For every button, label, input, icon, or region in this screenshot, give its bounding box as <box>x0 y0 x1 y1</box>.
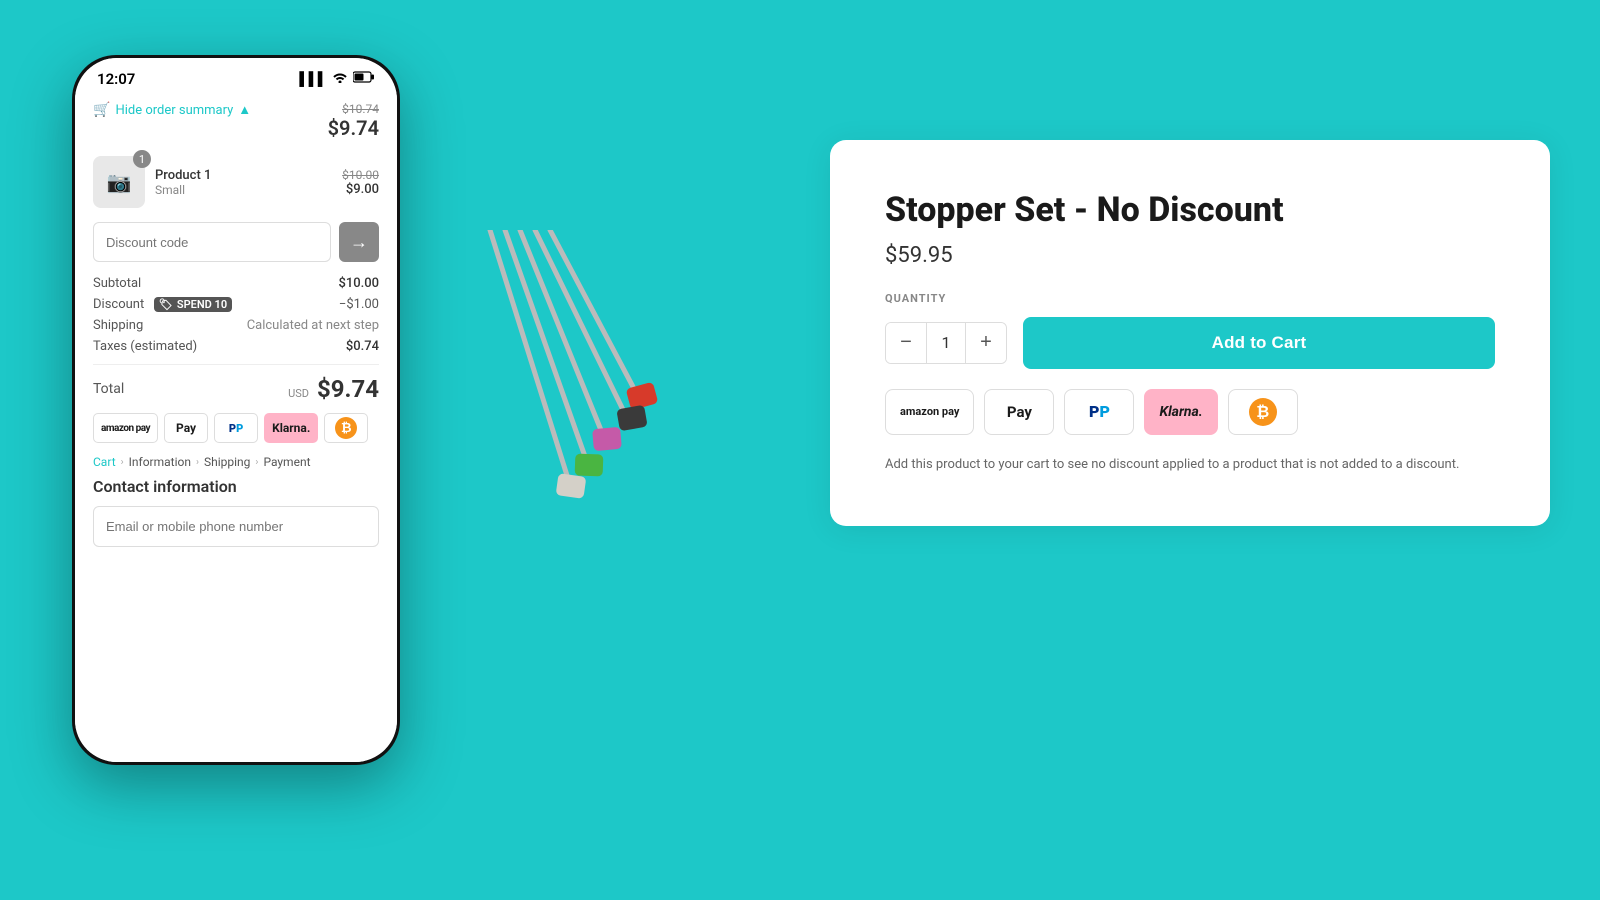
breadcrumb-information: Information <box>129 455 191 469</box>
product-variant: Small <box>155 183 332 197</box>
quantity-label: QUANTITY <box>885 292 1495 305</box>
chevron-up-icon: ▲ <box>238 102 251 118</box>
bitcoin-icon: ₿ <box>324 413 368 443</box>
apple-pay-icon: Pay <box>164 413 208 443</box>
total-currency: USD <box>288 387 309 400</box>
discount-row: → <box>93 222 379 262</box>
product-card-price: $59.95 <box>885 243 1495 268</box>
total-row: Total USD $9.74 <box>93 375 379 403</box>
product-card: Stopper Set - No Discount $59.95 QUANTIT… <box>830 140 1550 526</box>
product-quantity-badge: 1 <box>133 150 151 168</box>
phone-scroll-content[interactable]: 🛒 Hide order summary ▲ $10.74 $9.74 1 📷 … <box>75 94 397 762</box>
breadcrumb-shipping: Shipping <box>204 455 250 469</box>
product-card-title: Stopper Set - No Discount <box>885 190 1495 231</box>
phone-frame: 12:07 ▌▌▌ 🛒 Hide order summary ▲ <box>72 55 400 765</box>
breadcrumb-payment: Payment <box>263 455 310 469</box>
product-item: 1 📷 Product 1 Small $10.00 $9.00 <box>93 156 379 208</box>
battery-icon <box>353 71 375 87</box>
contact-info-title: Contact information <box>93 477 379 496</box>
product-thumbnail: 1 📷 <box>93 156 145 208</box>
quantity-value: 1 <box>926 323 966 363</box>
signal-icon: ▌▌▌ <box>299 71 327 87</box>
shipping-label: Shipping <box>93 318 143 333</box>
subtotal-label: Subtotal <box>93 276 141 291</box>
breadcrumb-sep-3: › <box>255 457 258 468</box>
breadcrumb: Cart › Information › Shipping › Payment <box>93 455 379 469</box>
product-image-placeholder-icon: 📷 <box>107 170 132 194</box>
taxes-row: Taxes (estimated) $0.74 <box>93 339 379 354</box>
discount-label: Discount 🏷 SPEND 10 <box>93 297 232 312</box>
shipping-value: Calculated at next step <box>247 318 379 333</box>
breadcrumb-sep-2: › <box>196 457 199 468</box>
discount-code-input[interactable] <box>93 222 331 262</box>
product-info: Product 1 Small <box>155 168 332 197</box>
product-price-column: $10.00 $9.00 <box>342 168 379 197</box>
cart-icon: 🛒 <box>93 102 110 118</box>
hide-summary-label: Hide order summary <box>115 103 233 118</box>
product-description: Add this product to your cart to see no … <box>885 455 1495 476</box>
total-amount: $9.74 <box>317 375 379 403</box>
hide-order-summary-button[interactable]: 🛒 Hide order summary ▲ <box>93 102 251 118</box>
discount-row-price: Discount 🏷 SPEND 10 −$1.00 <box>93 297 379 312</box>
taxes-label: Taxes (estimated) <box>93 339 197 354</box>
quantity-increase-button[interactable]: + <box>966 323 1006 363</box>
breadcrumb-cart[interactable]: Cart <box>93 455 116 469</box>
klarna-icon: Klarna. <box>264 413 318 443</box>
status-time: 12:07 <box>97 70 135 88</box>
product-name: Product 1 <box>155 168 332 183</box>
discount-value: −$1.00 <box>339 297 379 312</box>
order-header: 🛒 Hide order summary ▲ $10.74 $9.74 <box>93 94 379 146</box>
status-icons: ▌▌▌ <box>299 71 375 87</box>
bitcoin-icon-lg: ₿ <box>1228 389 1298 435</box>
subtotal-row: Subtotal $10.00 <box>93 276 379 291</box>
order-current-price: $9.74 <box>328 116 379 140</box>
product-original-price: $10.00 <box>342 168 379 182</box>
discount-code-badge: 🏷 SPEND 10 <box>154 297 232 312</box>
discount-apply-button[interactable]: → <box>339 222 379 262</box>
breadcrumb-sep-1: › <box>121 457 124 468</box>
btc-symbol-lg: ₿ <box>1249 398 1277 426</box>
quantity-row: − 1 + Add to Cart <box>885 317 1495 369</box>
btc-symbol: ₿ <box>335 417 357 439</box>
taxes-value: $0.74 <box>346 339 379 354</box>
amazon-pay-icon: amazon pay <box>93 413 158 443</box>
status-bar: 12:07 ▌▌▌ <box>75 58 397 94</box>
payment-icons-product-card: amazon pay Pay PP Klarna. ₿ <box>885 389 1495 435</box>
order-original-price: $10.74 <box>328 102 379 116</box>
payment-icons-phone: amazon pay Pay PP Klarna. ₿ <box>93 413 379 443</box>
quantity-controls: − 1 + <box>885 322 1007 364</box>
apple-pay-icon-lg: Pay <box>984 389 1054 435</box>
order-price-header: $10.74 $9.74 <box>328 102 379 140</box>
product-current-price: $9.00 <box>342 182 379 197</box>
klarna-icon-lg: Klarna. <box>1144 389 1217 435</box>
stopper-set-image <box>380 230 740 570</box>
quantity-decrease-button[interactable]: − <box>886 323 926 363</box>
amazon-pay-icon-lg: amazon pay <box>885 389 974 435</box>
wifi-icon <box>332 71 348 87</box>
email-phone-input[interactable] <box>93 506 379 547</box>
total-label: Total <box>93 381 124 397</box>
paypal-icon-lg: PP <box>1064 389 1134 435</box>
add-to-cart-button[interactable]: Add to Cart <box>1023 317 1495 369</box>
total-amount-group: USD $9.74 <box>288 375 379 403</box>
paypal-icon: PP <box>214 413 258 443</box>
divider <box>93 364 379 365</box>
subtotal-value: $10.00 <box>338 276 379 291</box>
shipping-row: Shipping Calculated at next step <box>93 318 379 333</box>
